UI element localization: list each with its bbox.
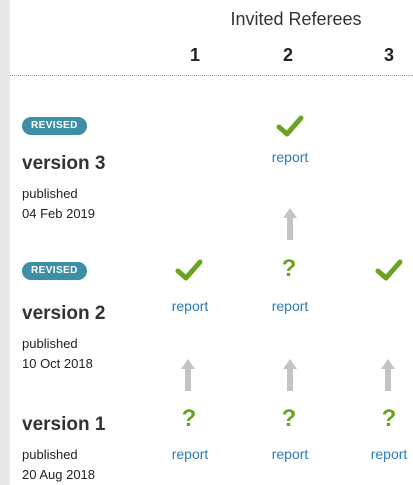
question-mark-icon: ?	[381, 405, 397, 432]
report-link-v3-referee-2[interactable]: report	[260, 149, 320, 165]
report-link-v1-referee-2[interactable]: report	[260, 446, 320, 462]
referee-column-2: 2	[282, 45, 293, 65]
header-divider	[10, 75, 413, 76]
referee-column-3: 3	[383, 45, 394, 65]
referee-column-1: 1	[189, 45, 200, 65]
revised-badge-v3: REVISED	[22, 117, 87, 135]
report-link-v1-referee-3[interactable]: report	[359, 446, 413, 462]
referees-header: Invited Referees	[230, 9, 362, 29]
question-mark-icon: ?	[281, 255, 297, 282]
checkmark-icon	[276, 112, 304, 140]
published-date-v3: 04 Feb 2019	[22, 206, 96, 221]
left-sidebar-bar	[0, 0, 10, 485]
up-arrow-icon	[282, 206, 298, 242]
published-date-v2: 10 Oct 2018	[22, 356, 93, 371]
up-arrow-icon	[380, 357, 396, 393]
question-mark-icon: ?	[281, 405, 297, 432]
published-label-v2: published	[22, 336, 78, 351]
version-title-v1[interactable]: version 1	[22, 414, 105, 436]
version-title-v2[interactable]: version 2	[22, 303, 105, 325]
up-arrow-icon	[180, 357, 196, 393]
published-label-v1: published	[22, 447, 78, 462]
report-link-v2-referee-2[interactable]: report	[260, 298, 320, 314]
published-date-v1: 20 Aug 2018	[22, 467, 96, 482]
up-arrow-icon	[282, 357, 298, 393]
published-label-v3: published	[22, 186, 78, 201]
version-title-v3[interactable]: version 3	[22, 153, 105, 175]
revised-badge-v2: REVISED	[22, 262, 87, 280]
checkmark-icon	[175, 256, 203, 284]
checkmark-icon	[375, 256, 403, 284]
question-mark-icon: ?	[181, 405, 197, 432]
report-link-v2-referee-1[interactable]: report	[160, 298, 220, 314]
report-link-v1-referee-1[interactable]: report	[160, 446, 220, 462]
